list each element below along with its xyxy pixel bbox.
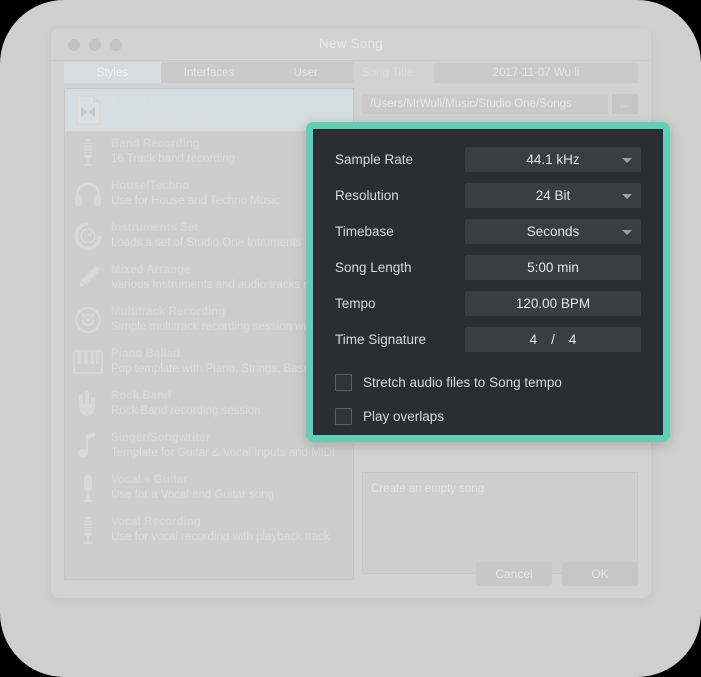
pencil-icon <box>71 261 105 295</box>
microphone-rack-icon <box>71 135 105 169</box>
document-icon <box>71 93 105 127</box>
time-signature-denominator: 4 <box>568 332 577 347</box>
list-item-title: Vocal + Guitar <box>111 474 188 486</box>
stretch-audio-checkbox[interactable] <box>335 373 352 391</box>
song-setup-highlight-panel: Sample Rate 44.1 kHz Resolution 24 Bit T… <box>306 122 670 442</box>
window-titlebar: New Song <box>51 28 651 61</box>
tempo-label: Tempo <box>335 296 376 311</box>
template-description: Create an empty song <box>362 472 638 574</box>
headphones-icon <box>71 177 105 211</box>
microphone-rack-icon <box>71 513 105 547</box>
dialog-buttons: Cancel OK <box>476 562 638 586</box>
resolution-label: Resolution <box>335 188 399 203</box>
sample-rate-dropdown[interactable]: 44.1 kHz <box>465 147 641 172</box>
timebase-label: Timebase <box>335 224 394 239</box>
app-frame: New Song Styles Interfaces User Empty So… <box>0 0 701 677</box>
time-signature-input[interactable]: 4 / 4 <box>465 327 641 352</box>
chevron-down-icon <box>622 193 632 199</box>
list-item-desc: Rock Band recording session <box>111 405 261 417</box>
song-title-label: Song Title <box>362 67 414 79</box>
settings-checkboxes: Stretch audio files to Song tempo Play o… <box>335 370 641 428</box>
music-note-icon <box>71 429 105 463</box>
list-item-desc: Loads a set of Studio One Intruments r <box>111 237 309 249</box>
list-item-title: Multitrack Recording <box>111 306 226 318</box>
tab-styles[interactable]: Styles <box>64 62 161 83</box>
mic-icon <box>71 471 105 505</box>
time-signature-separator: / <box>551 332 555 347</box>
resolution-row: Resolution 24 Bit <box>335 183 641 208</box>
stretch-audio-row[interactable]: Stretch audio files to Song tempo <box>335 370 641 394</box>
tab-interfaces[interactable]: Interfaces <box>161 62 258 83</box>
play-overlaps-label: Play overlaps <box>363 408 445 424</box>
sample-rate-value: 44.1 kHz <box>526 152 580 167</box>
time-signature-numerator: 4 <box>529 332 538 347</box>
tempo-input[interactable]: 120.00 BPM <box>465 291 641 316</box>
list-item-desc: Simple multitrack recording session wi <box>111 321 306 333</box>
tab-bar: Styles Interfaces User <box>64 62 354 83</box>
list-item-desc: 16 Track band recording <box>111 153 236 165</box>
song-title-row: Song Title 2017-11-07 Wu li <box>362 62 638 84</box>
cancel-button[interactable]: Cancel <box>476 562 552 586</box>
list-item-desc: Various Instruments and audio tracks r <box>111 279 308 291</box>
song-title-input[interactable]: 2017-11-07 Wu li <box>434 63 638 83</box>
browse-folder-button[interactable]: ... <box>612 94 638 114</box>
list-item-title: Instruments Set <box>111 222 198 234</box>
list-item-title: Mixed Arrange <box>111 264 191 276</box>
song-length-input[interactable]: 5:00 min <box>465 255 641 280</box>
list-item-title: Band Recording <box>111 138 200 150</box>
sample-rate-label: Sample Rate <box>335 152 414 167</box>
window-title: New Song <box>319 36 383 51</box>
song-setup-panel: Sample Rate 44.1 kHz Resolution 24 Bit T… <box>313 129 663 435</box>
list-item-title: Piano Ballad <box>111 348 181 360</box>
list-item-desc: Pop template with Piano, Strings, Bass <box>111 363 310 375</box>
tab-user[interactable]: User <box>257 62 354 83</box>
list-item[interactable]: Vocal Recording Use for vocal recording … <box>65 509 353 551</box>
resolution-dropdown[interactable]: 24 Bit <box>465 183 641 208</box>
piano-keys-icon <box>71 345 105 379</box>
sample-rate-row: Sample Rate 44.1 kHz <box>335 147 641 172</box>
song-path-input[interactable]: /Users/MrWuli/Music/Studio One/Songs <box>362 94 608 114</box>
list-item-desc: Create an empty song <box>111 111 225 123</box>
knob-icon <box>71 219 105 253</box>
list-item-title: House/Techno <box>111 180 190 192</box>
timebase-value: Seconds <box>526 224 580 239</box>
chevron-down-icon <box>622 229 632 235</box>
resolution-value: 24 Bit <box>535 188 571 203</box>
tempo-row: Tempo 120.00 BPM <box>335 291 641 316</box>
ok-button[interactable]: OK <box>562 562 638 586</box>
time-signature-row: Time Signature 4 / 4 <box>335 327 641 352</box>
list-item-desc: Use for House and Techno Music <box>111 195 281 207</box>
list-item-title: Singer/Songwriter <box>111 432 211 444</box>
time-signature-label: Time Signature <box>335 332 427 347</box>
song-length-label: Song Length <box>335 260 412 275</box>
list-item-title: Vocal Recording <box>111 516 201 528</box>
list-item-title: Empty Song <box>111 96 179 108</box>
play-overlaps-row[interactable]: Play overlaps <box>335 404 641 428</box>
list-item-desc: Use for vocal recording with playback tr… <box>111 531 330 543</box>
song-path-row: /Users/MrWuli/Music/Studio One/Songs ... <box>362 93 638 115</box>
chevron-down-icon <box>622 157 632 163</box>
timebase-dropdown[interactable]: Seconds <box>465 219 641 244</box>
stretch-audio-label: Stretch audio files to Song tempo <box>363 374 562 390</box>
list-item-title: Rock Band <box>111 390 172 402</box>
song-length-value: 5:00 min <box>527 260 579 275</box>
list-item[interactable]: Vocal + Guitar Use for a Vocal and Guita… <box>65 467 353 509</box>
rock-hand-icon <box>71 387 105 421</box>
timebase-row: Timebase Seconds <box>335 219 641 244</box>
tempo-value: 120.00 BPM <box>515 296 591 311</box>
disc-icon <box>71 303 105 337</box>
list-item-desc: Use for a Vocal and Guitar song <box>111 489 275 501</box>
song-length-row: Song Length 5:00 min <box>335 255 641 280</box>
play-overlaps-checkbox[interactable] <box>335 407 352 425</box>
list-item-desc: Template for Guitar & Vocal Inputs and M… <box>111 447 336 459</box>
